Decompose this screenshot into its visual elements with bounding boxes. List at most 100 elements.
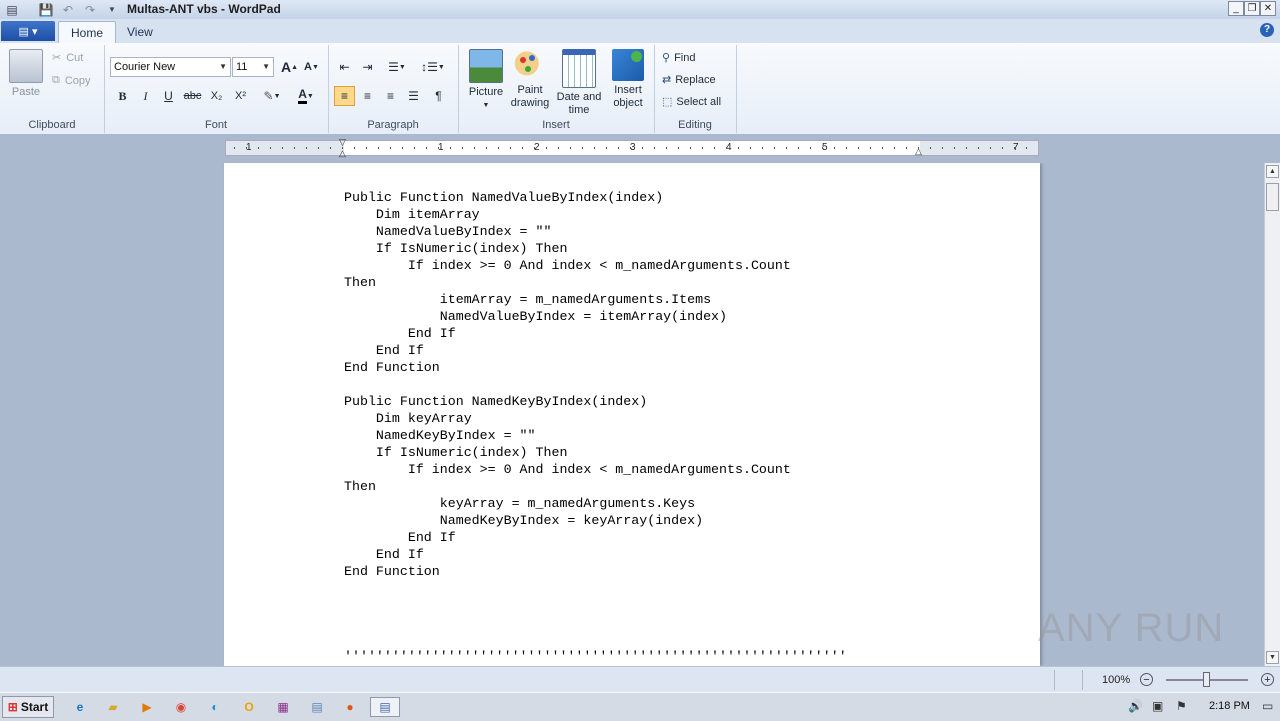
highlighter-icon: ✎ [263, 89, 274, 103]
insert-object-button[interactable]: Insert object [606, 49, 650, 110]
paste-button[interactable]: Paste [8, 49, 44, 99]
paragraph-dialog-button[interactable]: ¶ [428, 86, 449, 106]
chrome-icon[interactable]: ◉ [170, 697, 192, 717]
ruler-area: 1 1 2 3 4 5 7 ▽ △ △ [0, 135, 1264, 163]
undo-icon[interactable]: ↶ [60, 2, 76, 17]
grow-font-button[interactable]: A ▲ [279, 57, 300, 77]
insert-group-label: Insert [542, 119, 570, 131]
start-label: Start [20, 700, 49, 714]
ruler-tick [762, 147, 763, 149]
ruler-tick [1026, 147, 1027, 149]
network-icon[interactable]: ▣ [1152, 699, 1163, 713]
text-color-button[interactable]: A ▼ [290, 86, 322, 106]
paste-label: Paste [11, 86, 41, 98]
ruler-tick [942, 147, 943, 149]
bold-button[interactable]: B [112, 86, 133, 106]
replace-button[interactable]: ⇄ Replace [662, 73, 716, 87]
font-size-combo[interactable]: 11 ▼ [232, 57, 274, 77]
minimize-button[interactable]: _ [1228, 1, 1244, 16]
wordpad-app-icon[interactable]: ▤ [4, 2, 20, 17]
app-menu-button[interactable]: ▤ ▾ [1, 21, 55, 41]
ruler-tick [426, 147, 427, 149]
close-button[interactable]: ✕ [1260, 1, 1276, 16]
scroll-thumb[interactable] [1266, 183, 1279, 211]
file-explorer-icon[interactable]: ▰ [102, 697, 124, 717]
tab-view[interactable]: View [115, 21, 165, 43]
outlook-icon[interactable]: O [238, 697, 260, 717]
cut-button[interactable]: ✂ Cut [52, 51, 83, 65]
superscript-button[interactable]: X² [230, 86, 251, 106]
date-time-button[interactable]: Date and time [554, 49, 604, 117]
line-spacing-button[interactable]: ↕☰ ▼ [418, 57, 448, 77]
align-left-button[interactable]: ≡ [334, 86, 355, 106]
justify-button[interactable]: ☰ [403, 86, 424, 106]
app-menu-icon: ▤ ▾ [18, 25, 38, 38]
ruler-tick [738, 147, 739, 149]
shrink-font-button[interactable]: A ▼ [301, 57, 322, 77]
action-center-flag-icon[interactable]: ⚑ [1176, 699, 1187, 713]
zoom-in-button[interactable]: + [1261, 673, 1274, 686]
font-size-value: 11 [236, 61, 248, 73]
notepad-icon[interactable]: ▤ [306, 697, 328, 717]
ruler-tick [486, 147, 487, 149]
windows-logo-icon: ⊞ [7, 700, 18, 714]
subscript-button[interactable]: X₂ [206, 86, 227, 106]
internet-explorer-icon[interactable]: e [69, 697, 91, 717]
edge-icon[interactable]: ◐ [204, 697, 226, 717]
italic-button[interactable]: I [135, 86, 156, 106]
title-bar: ▤ 💾 ↶ ↷ ▼ Multas-ANT vbs - WordPad _ ❐ ✕ [0, 0, 1280, 20]
ruler-tick [606, 147, 607, 149]
object-label-line2: object [613, 97, 643, 109]
ruler-right-margin [920, 141, 1038, 155]
ruler[interactable]: 1 1 2 3 4 5 7 ▽ △ △ [225, 137, 1039, 158]
find-button[interactable]: ⚲ Find [662, 51, 695, 65]
start-button[interactable]: ⊞ Start [2, 696, 54, 718]
highlight-color-button[interactable]: ✎ ▼ [256, 86, 288, 106]
paint-drawing-button[interactable]: Paint drawing [508, 49, 552, 110]
clock[interactable]: 2:18 PM [1209, 700, 1250, 712]
align-center-button[interactable]: ≡ [357, 86, 378, 106]
customize-qat-icon[interactable]: ▼ [104, 2, 120, 17]
bullet-list-icon: ☰ [388, 60, 399, 74]
save-icon[interactable]: 💾 [38, 2, 54, 17]
firefox-icon[interactable]: ● [339, 697, 361, 717]
scroll-up-arrow-icon[interactable]: ▲ [1266, 165, 1279, 178]
status-divider [1054, 670, 1055, 690]
zoom-out-button[interactable]: − [1140, 673, 1153, 686]
select-all-button[interactable]: ⬚ Select all [662, 95, 721, 109]
media-player-icon[interactable]: ▶ [136, 697, 158, 717]
font-family-combo[interactable]: Courier New ▼ [110, 57, 231, 77]
status-bar: 100% − + [0, 666, 1280, 693]
show-desktop-icon[interactable]: ▭ [1262, 699, 1273, 713]
winrar-icon[interactable]: ▦ [272, 697, 294, 717]
document-text[interactable]: Public Function NamedValueByIndex(index)… [344, 189, 847, 665]
underline-button[interactable]: U [158, 86, 179, 106]
ruler-tick [906, 147, 907, 149]
paint-palette-icon [514, 49, 546, 81]
restore-button[interactable]: ❐ [1244, 1, 1260, 16]
bullets-button[interactable]: ☰ ▼ [382, 57, 412, 77]
wordpad-taskbar-button[interactable]: ▤ [370, 697, 400, 717]
ruler-tick [402, 147, 403, 149]
zoom-slider-thumb[interactable] [1203, 672, 1210, 687]
volume-icon[interactable]: 🔊 [1128, 699, 1143, 713]
align-right-button[interactable]: ≡ [380, 86, 401, 106]
decrease-indent-button[interactable]: ⇤ [334, 57, 355, 77]
help-icon[interactable]: ? [1260, 23, 1274, 37]
copy-button[interactable]: ⧉ Copy [52, 74, 91, 87]
insert-picture-button[interactable]: Picture ▼ [466, 49, 506, 112]
tab-home[interactable]: Home [58, 21, 117, 44]
ruler-tick [498, 147, 499, 149]
ruler-tick [390, 147, 391, 149]
increase-indent-button[interactable]: ⇥ [357, 57, 378, 77]
ruler-tick [798, 147, 799, 149]
editing-group-label: Editing [678, 119, 712, 131]
document-page[interactable]: Public Function NamedValueByIndex(index)… [224, 163, 1040, 666]
redo-icon[interactable]: ↷ [82, 2, 98, 17]
strikethrough-button[interactable]: abc [182, 86, 203, 106]
vertical-scrollbar[interactable]: ▲ ▼ [1264, 163, 1280, 666]
ruler-tick [570, 147, 571, 149]
ruler-tick [858, 147, 859, 149]
scroll-down-arrow-icon[interactable]: ▼ [1266, 651, 1279, 664]
ruler-tick [834, 147, 835, 149]
